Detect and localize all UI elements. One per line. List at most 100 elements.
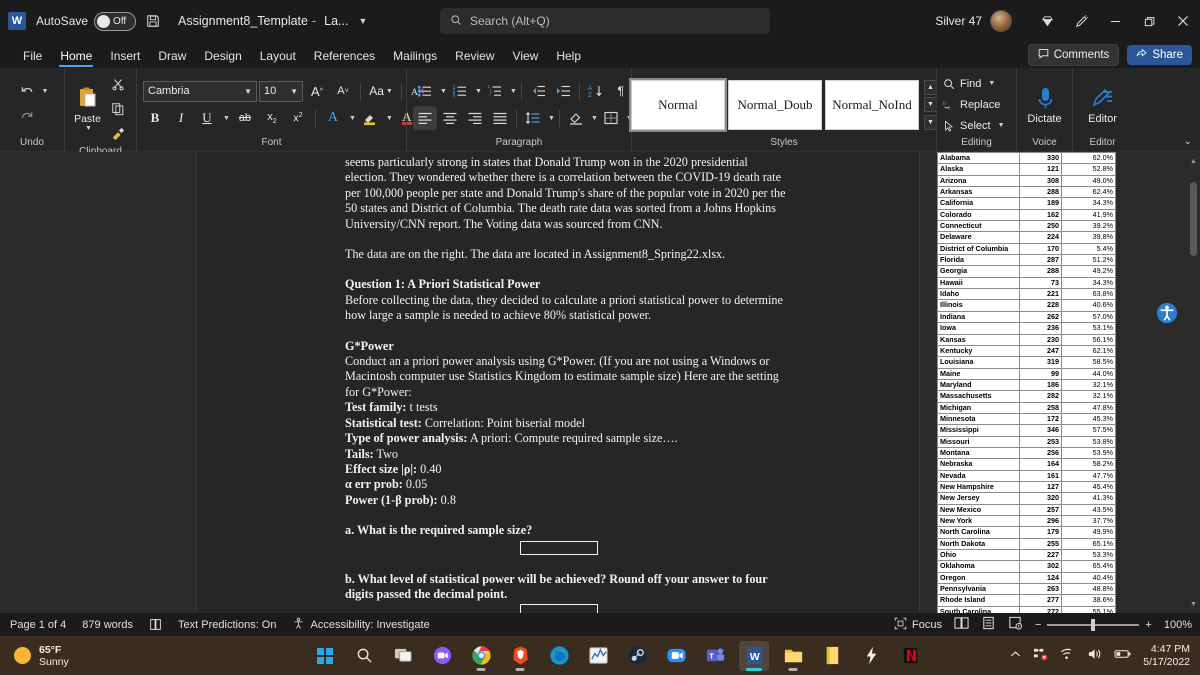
find-button[interactable]: Find ▼ — [943, 74, 1005, 93]
save-icon[interactable] — [146, 14, 160, 28]
multilevel-chevron-down-icon[interactable]: ▼ — [510, 88, 517, 95]
word-icon[interactable]: W — [739, 640, 769, 671]
tab-view[interactable]: View — [504, 49, 548, 68]
notepad-icon[interactable] — [817, 641, 847, 671]
file-explorer-icon[interactable] — [778, 641, 808, 671]
paste-chevron-down-icon[interactable]: ▼ — [85, 125, 92, 132]
brave-icon[interactable] — [505, 641, 535, 671]
document-canvas[interactable]: seems particularly strong in states that… — [0, 152, 1200, 613]
line-spacing-icon[interactable] — [521, 106, 545, 130]
tab-draw[interactable]: Draw — [149, 49, 195, 68]
bullets-chevron-down-icon[interactable]: ▼ — [440, 88, 447, 95]
style-normal-noindent[interactable]: Normal_NoInd — [825, 79, 919, 130]
change-case-chevron-down-icon[interactable]: ▼ — [386, 88, 393, 95]
proofing-icon[interactable] — [149, 618, 162, 631]
style-normal-double[interactable]: Normal_Doub — [728, 79, 822, 130]
tab-insert[interactable]: Insert — [101, 49, 149, 68]
underline-button[interactable]: U — [195, 106, 219, 130]
replace-button[interactable]: bc Replace — [943, 95, 1005, 114]
text-predictions-status[interactable]: Text Predictions: On — [178, 619, 276, 631]
zoom-level[interactable]: 100% — [1164, 619, 1192, 631]
tab-file[interactable]: File — [14, 49, 51, 68]
font-family-combo[interactable]: Cambria ▼ — [143, 80, 257, 102]
share-button[interactable]: Share — [1127, 45, 1192, 65]
wifi-icon[interactable] — [1060, 647, 1076, 664]
avatar[interactable] — [990, 10, 1012, 32]
answer-field-b[interactable] — [520, 604, 598, 613]
zoom-icon[interactable] — [661, 641, 691, 671]
redo-icon[interactable] — [16, 106, 40, 130]
shading-chevron-down-icon[interactable]: ▼ — [591, 115, 598, 122]
font-family-chevron-down-icon[interactable]: ▼ — [244, 87, 252, 96]
change-case-icon[interactable]: Aa ▼ — [366, 79, 396, 103]
underline-chevron-down-icon[interactable]: ▼ — [223, 115, 230, 122]
format-painter-icon[interactable] — [106, 122, 130, 146]
scissors-icon[interactable] — [106, 72, 130, 96]
zoom-track[interactable] — [1047, 618, 1140, 631]
steam-icon[interactable] — [622, 641, 652, 671]
print-layout-icon[interactable] — [981, 616, 996, 633]
netflix-icon[interactable] — [895, 641, 925, 671]
pen-icon[interactable] — [1064, 0, 1098, 42]
search-input[interactable]: Search (Alt+Q) — [440, 8, 770, 34]
highlight-chevron-down-icon[interactable]: ▼ — [386, 115, 393, 122]
bullet-list-icon[interactable] — [413, 79, 437, 103]
taskbar-clock[interactable]: 4:47 PM 5/17/2022 — [1143, 643, 1190, 669]
volume-icon[interactable] — [1087, 647, 1103, 664]
text-effects-icon[interactable]: A — [321, 106, 345, 130]
align-left-icon[interactable] — [413, 106, 437, 130]
weather-widget[interactable]: 65°F Sunny — [14, 644, 69, 668]
chrome-icon[interactable] — [466, 641, 496, 671]
shrink-font-icon[interactable]: A ˅ — [331, 79, 355, 103]
undo-chevron-down-icon[interactable]: ▼ — [42, 88, 49, 95]
document-title[interactable]: Assignment8_Template — [178, 14, 308, 28]
highlight-icon[interactable] — [358, 106, 382, 130]
windows-start-icon[interactable] — [310, 641, 340, 671]
ribbon-collapse-icon[interactable]: ⌄ — [1184, 136, 1192, 147]
italic-button[interactable]: I — [169, 106, 193, 130]
select-chevron-down-icon[interactable]: ▼ — [998, 122, 1005, 129]
editor-button[interactable]: Editor — [1079, 85, 1126, 125]
document-body[interactable]: seems particularly strong in states that… — [345, 155, 790, 613]
font-size-combo[interactable]: 10 ▼ — [259, 80, 303, 102]
autosave-toggle[interactable]: Off — [94, 11, 137, 31]
sort-icon[interactable]: AZ — [584, 79, 608, 103]
pilcrow-icon[interactable]: ¶ — [609, 79, 633, 103]
teams-icon[interactable]: T — [700, 641, 730, 671]
font-size-chevron-down-icon[interactable]: ▼ — [290, 87, 298, 96]
accessibility-checker-icon[interactable] — [1156, 302, 1178, 329]
search-icon[interactable] — [349, 641, 379, 671]
document-page[interactable]: seems particularly strong in states that… — [196, 152, 1116, 613]
edge-icon[interactable] — [544, 641, 574, 671]
strikethrough-button[interactable]: ab — [232, 106, 258, 130]
decrease-indent-icon[interactable] — [526, 79, 550, 103]
web-layout-icon[interactable] — [1008, 616, 1023, 633]
borders-icon[interactable] — [599, 106, 623, 130]
comments-button[interactable]: Comments — [1027, 44, 1120, 66]
flash-icon[interactable] — [856, 641, 886, 671]
multilevel-list-icon[interactable]: 11i — [483, 79, 507, 103]
zoom-out-button[interactable]: − — [1035, 619, 1041, 631]
text-effects-chevron-down-icon[interactable]: ▼ — [349, 115, 356, 122]
justify-icon[interactable] — [488, 106, 512, 130]
focus-button[interactable]: Focus — [894, 617, 942, 633]
align-right-icon[interactable] — [463, 106, 487, 130]
tab-review[interactable]: Review — [446, 49, 503, 68]
title-chevron-down-icon[interactable]: ▼ — [358, 16, 367, 26]
scroll-up-icon[interactable]: ▲ — [1187, 154, 1200, 168]
chevron-up-icon[interactable] — [1009, 648, 1022, 664]
copy-icon[interactable] — [106, 97, 130, 121]
subscript-button[interactable]: x2 — [260, 106, 284, 130]
close-button[interactable] — [1166, 0, 1200, 42]
diamond-icon[interactable] — [1030, 0, 1064, 42]
align-center-icon[interactable] — [438, 106, 462, 130]
page-indicator[interactable]: Page 1 of 4 — [10, 619, 66, 631]
dictate-button[interactable]: Dictate — [1023, 85, 1066, 125]
paste-button[interactable]: Paste ▼ — [71, 86, 104, 132]
bold-button[interactable]: B — [143, 106, 167, 130]
superscript-button[interactable]: x2 — [286, 106, 310, 130]
grow-font-icon[interactable]: A ^ — [305, 79, 329, 103]
tab-help[interactable]: Help — [547, 49, 590, 68]
task-view-icon[interactable] — [388, 641, 418, 671]
tab-references[interactable]: References — [305, 49, 384, 68]
